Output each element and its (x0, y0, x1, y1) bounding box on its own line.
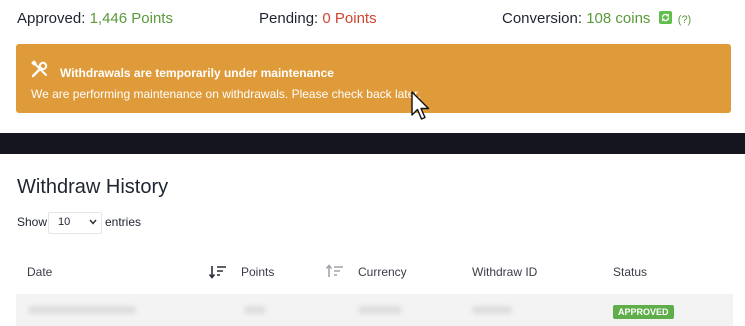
chevron-down-icon (89, 219, 97, 225)
conversion-stat: Conversion: 108 coins (?) (502, 10, 691, 27)
status-badge: APPROVED (613, 305, 674, 319)
banner-title: Withdrawals are temporarily under mainte… (60, 66, 334, 80)
column-header-currency[interactable]: Currency (358, 265, 407, 279)
refresh-icon[interactable] (658, 11, 672, 24)
column-header-status[interactable]: Status (613, 265, 647, 279)
blurred-withdraw-id-cell (472, 306, 512, 314)
column-header-withdraw-id[interactable]: Withdraw ID (472, 265, 537, 279)
approved-label: Approved: (17, 10, 86, 27)
pending-value: 0 Points (322, 10, 377, 27)
column-header-points[interactable]: Points (241, 265, 274, 279)
conversion-help-link[interactable]: (?) (678, 14, 691, 26)
approved-stat: Approved: 1,446 Points (17, 10, 173, 27)
pending-label: Pending: (259, 10, 319, 27)
conversion-label: Conversion: (502, 10, 583, 27)
sort-desc-icon[interactable] (208, 264, 228, 280)
stats-bar: Approved: 1,446 Points Pending: 0 Points… (17, 10, 745, 30)
blurred-currency-cell (358, 306, 402, 314)
blurred-points-cell (244, 306, 266, 314)
section-divider-bar (0, 133, 745, 154)
entries-select[interactable]: 10 (48, 212, 102, 234)
show-label: Show (17, 215, 48, 229)
maintenance-banner: Withdrawals are temporarily under mainte… (16, 44, 731, 113)
pending-stat: Pending: 0 Points (259, 10, 377, 27)
entries-label: entries (105, 215, 142, 229)
mouse-cursor-icon (411, 91, 430, 120)
approved-value: 1,446 Points (89, 10, 173, 27)
conversion-value: 108 coins (586, 10, 651, 27)
table-row: APPROVED (16, 294, 733, 326)
blurred-date-cell (28, 306, 136, 314)
column-header-date[interactable]: Date (27, 265, 52, 279)
sort-icon[interactable] (325, 264, 345, 280)
entries-select-value: 10 (58, 216, 71, 228)
withdraw-history-title: Withdraw History (17, 176, 169, 198)
wrench-screwdriver-icon (31, 60, 48, 78)
banner-message: We are performing maintenance on withdra… (31, 87, 421, 101)
